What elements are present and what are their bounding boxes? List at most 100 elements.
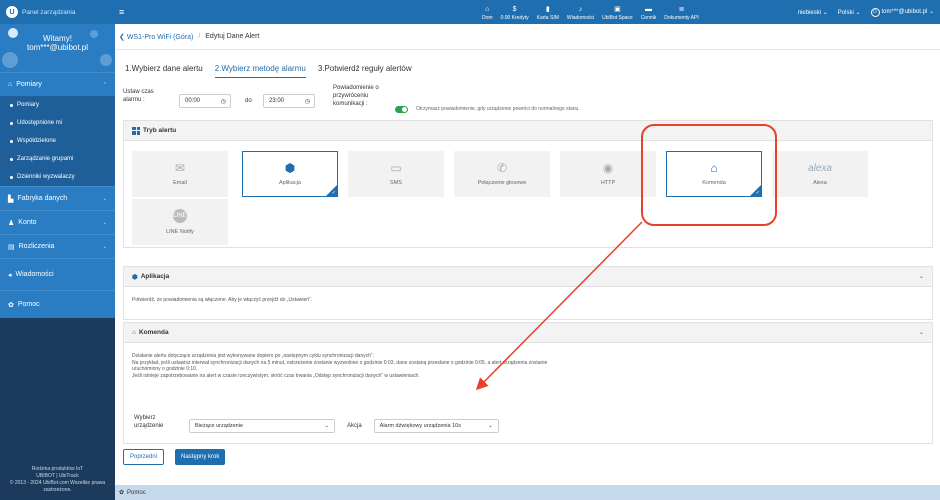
sidebar-subitem-label: Pomiary [17,102,40,108]
cube-icon: ⬢ [284,161,296,175]
top-right: niebieski ⌄ Polski ⌄ ☺ tom***@ubibot.pl ⌄ [798,0,934,24]
help-icon: ✿ [8,301,14,309]
mode-sms[interactable]: ▭ SMS [348,151,444,197]
help-footer-bar[interactable]: ✿ Pomoc [115,485,940,500]
app-panel-title: Aplikacja [140,273,170,280]
time-to-input[interactable]: 23:00 ◷ [263,94,315,108]
router-icon: ⌂ [710,161,718,175]
sidebar-subitem-shared[interactable]: Współdzielone [0,132,115,150]
clock-icon: ◷ [220,98,226,105]
step-select-method[interactable]: 2.Wybierz metodę alarmu [214,64,306,78]
mode-http[interactable]: ◉ HTTP [560,151,656,197]
sms-icon: ▭ [390,161,402,175]
nav-pricing[interactable]: ▬ Cennik [637,5,661,24]
nav-messages[interactable]: ♪ Wiadomości [563,5,598,24]
chart-icon: ▙ [8,195,14,203]
restore-notification-toggle[interactable] [395,106,408,113]
nav-label: Dom [482,15,493,21]
billing-icon: ▤ [8,243,15,251]
chevron-left-icon: ❮ [119,33,127,41]
sidebar-item-account[interactable]: ♟ Konto ⌄ [0,210,115,234]
chevron-down-icon: ⌄ [488,423,493,429]
chevron-down-icon: ⌄ [102,219,107,226]
bullet-icon [10,157,13,161]
decor-bubble [100,54,112,66]
clock-icon: ◷ [304,98,310,105]
sidebar-item-label: Wiadomości [15,271,54,278]
user-icon: ♟ [8,219,15,227]
credits-icon: $ [512,6,517,13]
mode-email[interactable]: ✉ Email [132,151,228,197]
ubibot-logo-icon: U [6,6,18,18]
price-icon: ▬ [644,6,652,13]
theme-select[interactable]: niebieski ⌄ [798,9,828,16]
action-select[interactable]: Alarm dźwiękowy urządzenia 10s ⌄ [373,419,499,433]
nav-label: UbiBot Space [602,15,633,21]
menu-toggle-icon[interactable]: ≡ [119,7,124,17]
chevron-down-icon: ⌄ [102,195,107,202]
mode-alexa[interactable]: alexa Alexa [772,151,868,197]
alert-mode-title: Tryb alertu [143,127,177,134]
http-icon: ◉ [602,161,614,175]
time-from-input[interactable]: 00:00 ◷ [179,94,231,108]
breadcrumb-back-link[interactable]: ❮ WS1-Pro WiFi (Góra) [119,33,193,41]
main-content: ❮ WS1-Pro WiFi (Góra) / Edytuj Dane Aler… [115,24,940,485]
nav-api-docs[interactable]: ≣ Dokumenty API [660,5,702,24]
nav-label: Wiadomości [566,15,595,21]
footer-rights: zastrzeżone. [43,487,72,493]
sidebar-item-label: Rozliczenia [18,243,55,250]
line-icon: LINE [173,209,187,223]
decor-bubble [2,52,18,68]
nav-ubibot-space[interactable]: ▣ UbiBot Space [598,5,637,24]
time-to-value: 23:00 [269,98,285,104]
brand: U Panel zarządzania [0,6,115,18]
mode-line-notify[interactable]: LINE LINE Notify [132,199,228,245]
action-label: Akcja [347,423,362,429]
device-label-line: urządzenie [134,423,164,429]
user-menu[interactable]: ☺ tom***@ubibot.pl ⌄ [870,7,934,17]
sidebar-subitem-label: Zarządzanie grupami [17,156,74,162]
mode-app[interactable]: ⬢ Aplikacja ✓ [242,151,338,197]
sidebar-menu: ⌂ Pomiary ⌃ Pomiary Udostępnione mi Współ… [0,72,115,318]
sidebar-item-billing[interactable]: ▤ Rozliczenia ⌄ [0,234,115,258]
prev-button[interactable]: Poprzedni [123,449,165,465]
sidebar-item-messages[interactable]: ◂ Wiadomości [0,258,115,290]
app-root: U Panel zarządzania ≡ ⌂ Dom $ 0.00 Kredy… [0,0,940,500]
sidebar-subitem-trigger-logs[interactable]: Dzienniki wyzwalaczy [0,168,115,186]
command-panel-title: Komenda [138,329,169,336]
sidebar-item-pomiary[interactable]: ⌂ Pomiary ⌃ [0,72,115,96]
mode-voice-call[interactable]: ✆ Połączenie głosowe [454,151,550,197]
sidebar-item-help[interactable]: ✿ Pomoc [0,290,115,318]
app-panel-header[interactable]: ⬢ Aplikacja ⌄ [124,267,932,287]
step-confirm-rules[interactable]: 3.Potwierdź reguły alertów [318,64,412,78]
help-icon: ✿ [119,490,125,496]
sidebar-item-data-factory[interactable]: ▙ Fabryka danych ⌄ [0,186,115,210]
device-select[interactable]: Bieżące urządzenie ⌄ [189,419,335,433]
nav-home[interactable]: ⌂ Dom [478,5,497,24]
app-panel-body: Potwierdź, że powiadomienia są włączone.… [132,297,313,303]
mode-label: Połączenie głosowe [477,180,527,186]
language-select[interactable]: Polski ⌄ [838,9,861,16]
nav-sim-card[interactable]: ▮ Karta SIM [533,5,563,24]
sidebar-subitem-pomiary[interactable]: Pomiary [0,96,115,114]
sidebar-item-label: Pomiary [16,81,42,88]
breadcrumb-back-label: WS1-Pro WiFi (Góra) [126,33,194,41]
sidebar-subitem-shared-with-me[interactable]: Udostępnione mi [0,114,115,132]
step-select-data[interactable]: 1.Wybierz dane alertu [125,64,203,78]
footer-copyright: © 2013 - 2024 UbiBot.com Wszelkie prawa [9,480,106,486]
chevron-down-icon[interactable]: ⌄ [919,329,924,336]
nav-credits[interactable]: $ 0.00 Kredyty [497,5,533,24]
command-panel-header[interactable]: ⌂ Komenda ⌄ [124,323,932,343]
alert-mode-grid: ✉ Email ⬢ Aplikacja ✓ ▭ SMS ✆ Połączenie… [124,141,932,246]
sidebar-subitem-groups[interactable]: Zarządzanie grupami [0,150,115,168]
action-select-value: Alarm dźwiękowy urządzenia 10s [379,423,461,429]
mode-command[interactable]: ⌂ Komenda ✓ [666,151,762,197]
next-step-button[interactable]: Następny krok [175,449,226,465]
device-label-line: Wybierz [134,415,156,421]
chevron-down-icon[interactable]: ⌄ [919,273,924,280]
mode-label: Aplikacja [278,180,301,186]
megaphone-icon: ◂ [8,271,12,279]
mode-label: Alexa [813,179,827,186]
chevron-up-icon: ⌃ [102,81,107,88]
sidebar-subitem-label: Udostępnione mi [17,120,63,126]
